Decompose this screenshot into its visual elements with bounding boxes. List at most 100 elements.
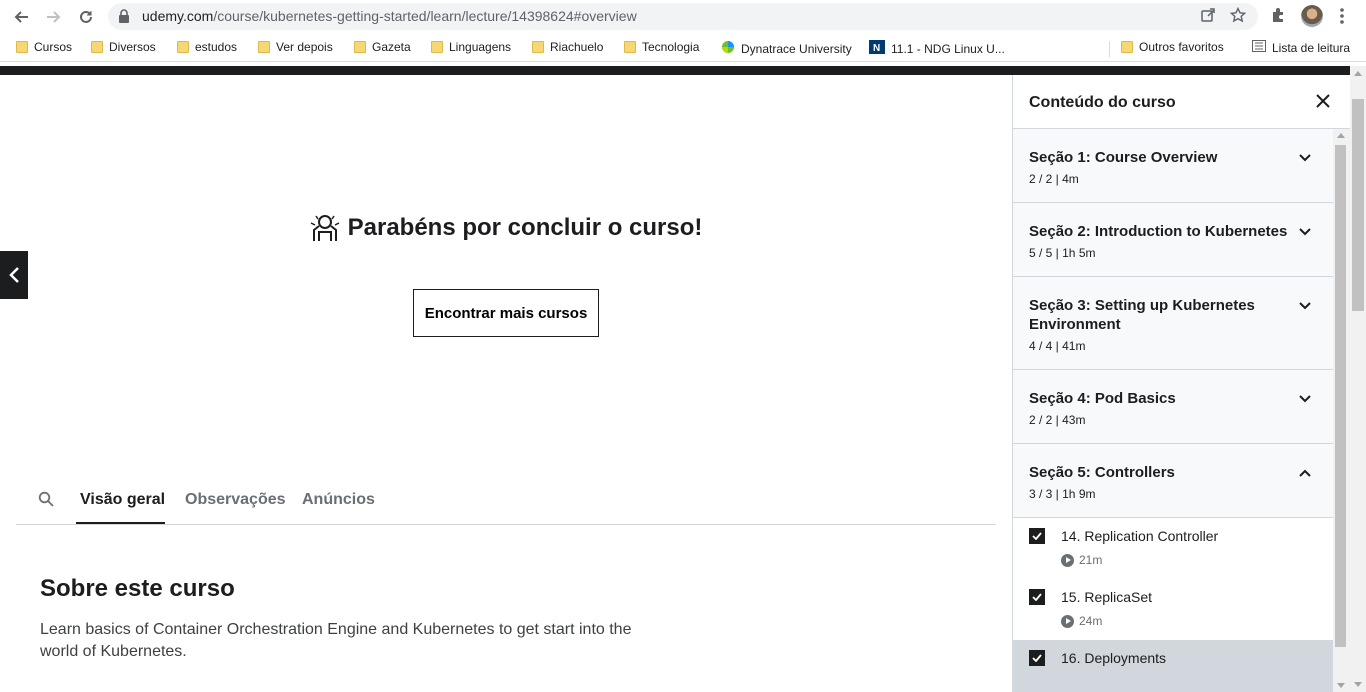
previous-lecture-button[interactable] [0, 251, 28, 299]
tab-overview[interactable]: Visão geral [80, 491, 165, 509]
scroll-down-icon[interactable] [1337, 683, 1345, 688]
section-meta: 5 / 5 | 1h 5m [1029, 246, 1096, 260]
reload-icon[interactable] [74, 5, 98, 29]
address-bar[interactable]: udemy.com/course/kubernetes-getting-star… [108, 3, 1258, 30]
back-icon[interactable] [9, 5, 33, 29]
share-icon[interactable] [1200, 7, 1216, 28]
bookmark-item[interactable]: Diversos [91, 40, 156, 54]
bookmark-label: Gazeta [372, 40, 411, 54]
url-text: udemy.com/course/kubernetes-getting-star… [142, 8, 637, 24]
bookmark-label: Linguagens [449, 40, 512, 54]
lesson-checkbox[interactable] [1029, 650, 1045, 666]
bookmark-item[interactable]: Ver depois [258, 40, 333, 54]
url-domain: udemy.com [142, 8, 214, 24]
bookmarks-bar: Cursos Diversos estudos Ver depois Gazet… [0, 34, 1366, 62]
lesson-item[interactable]: 15. ReplicaSet 24m [1013, 579, 1333, 640]
lesson-title: 16. Deployments [1061, 650, 1167, 666]
folder-icon [91, 41, 103, 53]
scroll-up-icon[interactable] [1354, 71, 1362, 76]
section-title: Seção 1: Course Overview [1029, 149, 1218, 166]
reading-list[interactable]: Lista de leitura [1252, 40, 1350, 55]
course-tabs: Visão geral Observações Anúncios [16, 479, 996, 525]
chevron-down-icon [1299, 390, 1311, 408]
congrats-heading: Parabéns por concluir o curso! [0, 213, 1012, 243]
sidebar-title: Conteúdo do curso [1029, 94, 1176, 111]
lesson-item-current[interactable]: 16. Deployments [1013, 640, 1333, 692]
star-icon[interactable] [1229, 6, 1247, 28]
reading-list-icon [1252, 40, 1266, 55]
bookmark-item[interactable]: Tecnologia [624, 40, 699, 54]
about-title: Sobre este curso [40, 575, 235, 602]
section-item[interactable]: Seção 4: Pod Basics 2 / 2 | 43m [1013, 370, 1333, 444]
folder-icon [177, 41, 189, 53]
forward-icon[interactable] [42, 5, 66, 29]
bookmark-item[interactable]: Cursos [16, 40, 72, 54]
bookmark-item[interactable]: Gazeta [354, 40, 411, 54]
chevron-down-icon [1299, 297, 1311, 315]
bookmark-label: Ver depois [276, 40, 333, 54]
close-icon[interactable] [1315, 93, 1331, 114]
profile-avatar[interactable] [1301, 5, 1323, 27]
lesson-checkbox[interactable] [1029, 528, 1045, 544]
folder-icon [258, 41, 270, 53]
chevron-down-icon [1299, 223, 1311, 241]
bookmarks-separator [1109, 41, 1110, 57]
ndg-icon: N [869, 40, 885, 57]
bookmark-item[interactable]: Dynatrace University [721, 40, 852, 57]
folder-icon [624, 41, 636, 53]
folder-icon [354, 41, 366, 53]
folder-icon [431, 41, 443, 53]
play-icon [1061, 614, 1074, 628]
section-title: Seção 4: Pod Basics [1029, 390, 1176, 407]
section-item[interactable]: Seção 2: Introduction to Kubernetes 5 / … [1013, 203, 1333, 277]
section-title: Seção 5: Controllers [1029, 464, 1175, 481]
lesson-item[interactable]: 14. Replication Controller 21m [1013, 518, 1333, 579]
bookmark-label: Cursos [34, 40, 73, 54]
scroll-up-icon[interactable] [1337, 133, 1345, 138]
scrollbar-thumb[interactable] [1335, 145, 1346, 647]
section-title: Seção 3: Setting up Kubernetes Environme… [1029, 297, 1255, 333]
find-more-courses-button[interactable]: Encontrar mais cursos [413, 289, 599, 337]
about-text: Learn basics of Container Orchestration … [40, 621, 632, 660]
scrollbar-thumb[interactable] [1352, 99, 1364, 311]
sidebar-scrollbar[interactable] [1333, 129, 1351, 692]
celebration-icon [310, 213, 340, 243]
bookmark-item[interactable]: Linguagens [431, 40, 511, 54]
bookmark-label: Tecnologia [642, 40, 700, 54]
bookmark-label: 11.1 - NDG Linux U... [891, 41, 1005, 56]
section-title: Seção 2: Introduction to Kubernetes [1029, 223, 1288, 240]
section-list: Seção 1: Course Overview 2 / 2 | 4m Seçã… [1013, 129, 1333, 692]
other-favorites[interactable]: Outros favoritos [1121, 40, 1224, 54]
extensions-icon[interactable] [1270, 6, 1288, 29]
search-icon[interactable] [38, 491, 54, 512]
section-item[interactable]: Seção 1: Course Overview 2 / 2 | 4m [1013, 129, 1333, 203]
bookmark-label: Diversos [109, 40, 156, 54]
section-item[interactable]: Seção 5: Controllers 3 / 3 | 1h 9m [1013, 444, 1333, 518]
bookmark-label: Outros favoritos [1139, 40, 1224, 54]
scroll-down-icon[interactable] [1354, 682, 1362, 687]
section-meta: 2 / 2 | 43m [1029, 413, 1086, 427]
lesson-duration: 24m [1061, 614, 1333, 628]
lesson-title: 14. Replication Controller [1061, 528, 1219, 544]
lesson-duration: 21m [1061, 553, 1333, 567]
chevron-down-icon [1299, 149, 1311, 167]
bookmark-item[interactable]: Riachuelo [532, 40, 603, 54]
tab-notes[interactable]: Observações [185, 491, 286, 509]
section-meta: 2 / 2 | 4m [1029, 172, 1079, 186]
section-meta: 4 / 4 | 41m [1029, 339, 1086, 353]
active-tab-indicator [76, 522, 165, 524]
sidebar-header: Conteúdo do curso [1013, 75, 1351, 129]
lesson-checkbox[interactable] [1029, 589, 1045, 605]
menu-dots-icon[interactable] [1340, 7, 1344, 30]
bookmark-label: Lista de leitura [1272, 40, 1351, 55]
page-scrollbar[interactable] [1350, 66, 1366, 692]
folder-icon [16, 41, 28, 53]
bookmark-item[interactable]: estudos [177, 40, 237, 54]
lock-icon [118, 9, 130, 28]
duration-text: 24m [1079, 614, 1103, 628]
url-path: /course/kubernetes-getting-started/learn… [213, 8, 637, 24]
folder-icon [1121, 41, 1133, 53]
tab-announcements[interactable]: Anúncios [302, 491, 375, 509]
bookmark-item[interactable]: N 11.1 - NDG Linux U... [869, 40, 1005, 57]
section-item[interactable]: Seção 3: Setting up Kubernetes Environme… [1013, 277, 1333, 370]
